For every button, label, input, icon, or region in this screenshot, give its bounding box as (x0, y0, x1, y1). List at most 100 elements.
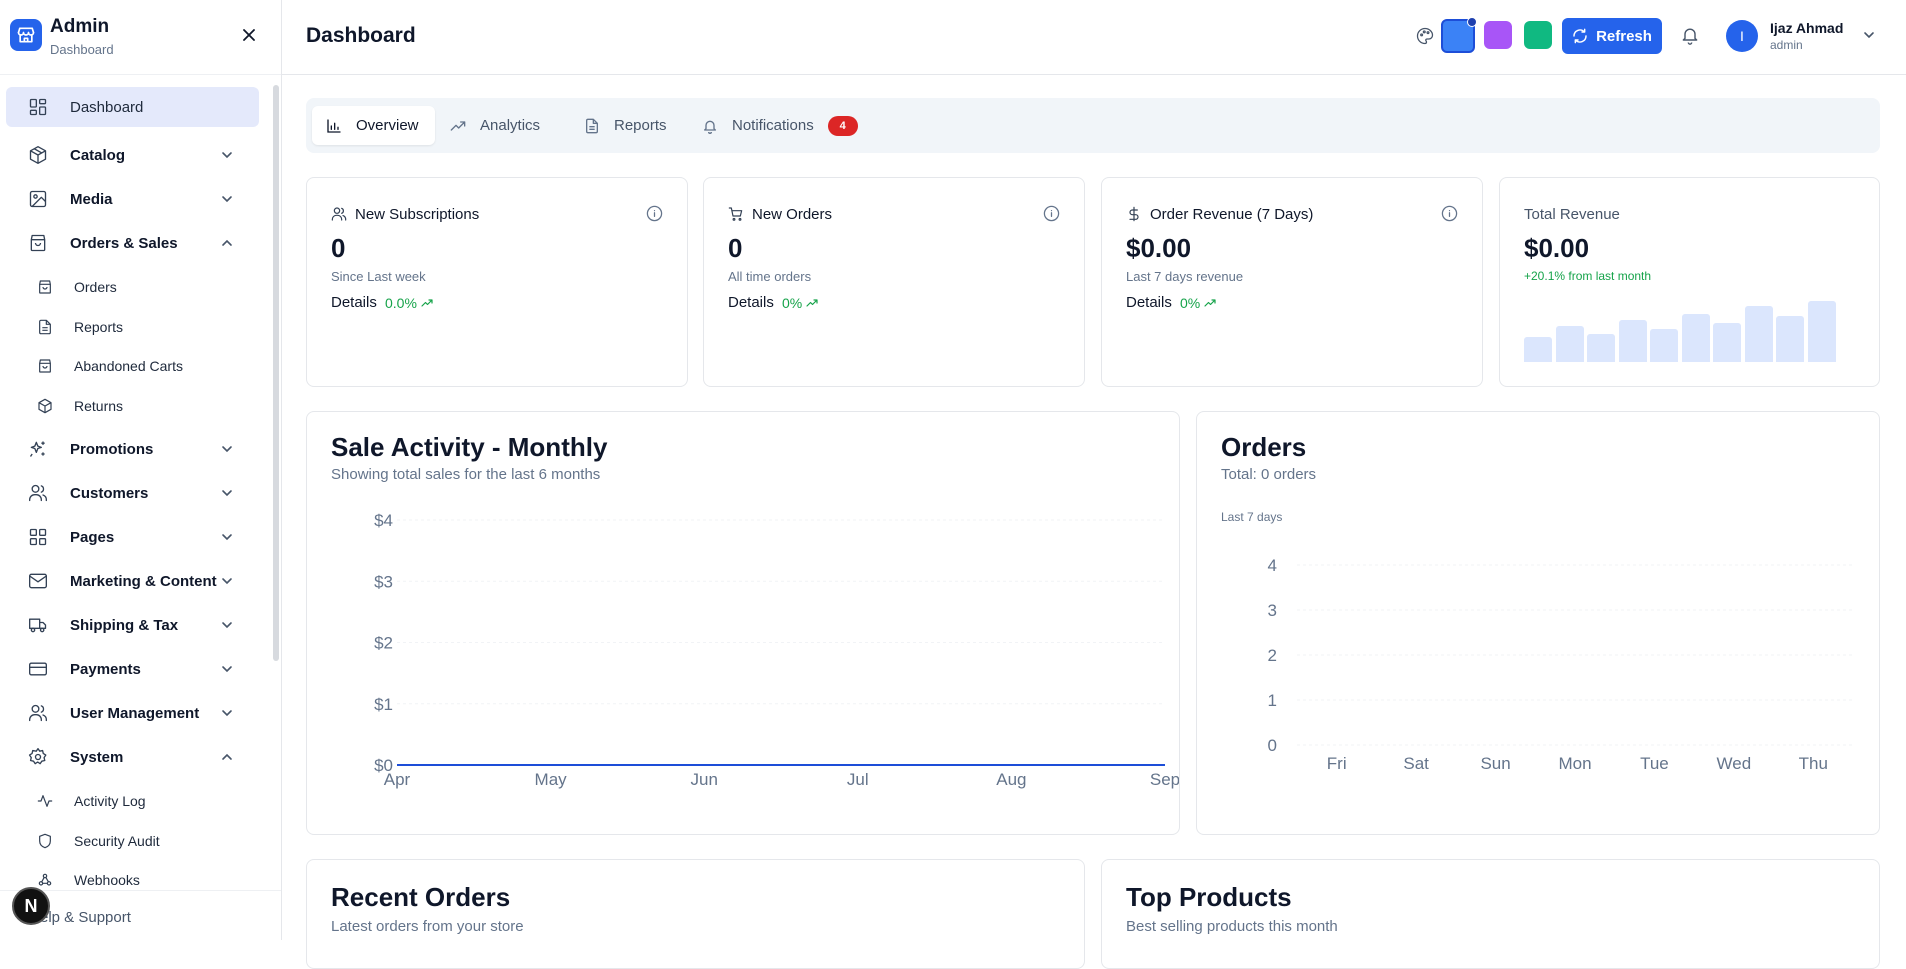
refresh-icon (1573, 28, 1587, 44)
orders-bar-chart: 4 3 2 1 0 Fri Sat Sun Mon Tue Wed Thu (1268, 556, 1853, 773)
chevron-down-icon[interactable] (1862, 28, 1876, 42)
sidebar-subitem-reports[interactable]: Reports (6, 309, 259, 345)
sidebar-item-label: Shipping & Tax (70, 616, 179, 634)
x-tick-label: Apr (384, 770, 411, 789)
sidebar-item-user-management[interactable]: User Management (6, 693, 259, 733)
details-link[interactable]: Details (1126, 294, 1172, 311)
sidebar-item-marketing-content[interactable]: Marketing & Content (6, 561, 259, 601)
revenue-spark-bar (1681, 314, 1710, 362)
sparkles-icon (29, 441, 45, 457)
sidebar-item-label: Dashboard (70, 98, 144, 116)
refresh-button[interactable]: Refresh (1562, 18, 1662, 54)
image-icon (29, 190, 47, 208)
dollar-icon (1129, 206, 1139, 222)
sidebar-item-dashboard[interactable]: Dashboard (6, 87, 259, 127)
info-icon[interactable] (1043, 205, 1060, 222)
users-icon (29, 704, 47, 722)
sidebar-subitem-activity-log[interactable]: Activity Log (6, 783, 259, 819)
user-role: admin (1770, 38, 1803, 52)
sidebar-header: Admin Dashboard (0, 0, 281, 75)
sidebar-item-label: Pages (70, 528, 115, 546)
theme-swatch-purple[interactable] (1484, 21, 1512, 49)
tab-label: Notifications (732, 117, 814, 134)
gear-icon (28, 748, 47, 765)
info-icon[interactable] (646, 205, 663, 222)
stat-change: 0% (782, 295, 818, 311)
sidebar-item-label: Webhooks (74, 872, 140, 888)
trending-up-icon (421, 299, 433, 307)
stat-change-value: 0% (1180, 295, 1201, 311)
y-tick-label: 4 (1268, 556, 1277, 575)
brand-title: Admin (50, 16, 110, 37)
sidebar-subitem-abandoned-carts[interactable]: Abandoned Carts (6, 348, 259, 384)
bell-icon[interactable] (1680, 25, 1700, 45)
close-icon (243, 29, 255, 41)
bar-chart-icon (327, 118, 341, 133)
details-link[interactable]: Details (331, 294, 377, 311)
sidebar-item-catalog[interactable]: Catalog (6, 135, 259, 175)
sidebar-subitem-security-audit[interactable]: Security Audit (6, 823, 259, 859)
sidebar-nav: Dashboard Catalog Media Orders & Sales O… (0, 75, 272, 890)
trending-up-icon (1204, 299, 1216, 307)
sidebar-item-pages[interactable]: Pages (6, 517, 259, 557)
user-name[interactable]: Ijaz Ahmad (1770, 20, 1843, 36)
stat-value: $0.00 (1126, 233, 1192, 263)
x-tick-label: Wed (1717, 754, 1752, 773)
sidebar-item-orders-sales[interactable]: Orders & Sales (6, 223, 259, 263)
details-link[interactable]: Details (728, 294, 774, 311)
chart-title: Orders (1221, 432, 1307, 462)
tab-overview[interactable]: Overview (312, 106, 435, 145)
sidebar-scrollbar[interactable] (272, 75, 280, 890)
avatar[interactable]: I (1726, 20, 1758, 52)
close-sidebar-button[interactable] (238, 24, 260, 46)
sidebar-item-label: Abandoned Carts (74, 358, 183, 374)
tab-analytics[interactable]: Analytics (436, 106, 556, 145)
sidebar-subitem-returns[interactable]: Returns (6, 388, 259, 424)
x-tick-label: Jun (690, 770, 717, 789)
sidebar-subitem-webhooks[interactable]: Webhooks (6, 862, 259, 890)
stat-title: New Orders (752, 206, 833, 223)
mail-icon (29, 573, 47, 589)
sidebar-item-system[interactable]: System (6, 737, 259, 777)
palette-icon[interactable] (1416, 27, 1434, 45)
sidebar-item-promotions[interactable]: Promotions (6, 429, 259, 469)
notification-count-badge: 4 (827, 115, 858, 136)
revenue-spark-bar (1587, 334, 1615, 362)
chevron-down-icon (222, 534, 232, 541)
trending-up-icon (806, 299, 818, 307)
tab-label: Analytics (480, 117, 541, 134)
x-tick-label: Mon (1558, 754, 1591, 773)
x-tick-label: Aug (996, 770, 1026, 789)
trending-up-icon (450, 120, 466, 131)
scrollbar-thumb[interactable] (273, 85, 279, 661)
webhook-icon (38, 873, 52, 886)
sidebar-item-shipping-tax[interactable]: Shipping & Tax (6, 605, 259, 645)
stat-value: 0 (331, 233, 346, 263)
sidebar-item-customers[interactable]: Customers (6, 473, 259, 513)
refresh-label: Refresh (1596, 27, 1652, 45)
sidebar-subitem-orders[interactable]: Orders (6, 269, 259, 305)
file-text-icon (586, 118, 598, 133)
info-icon[interactable] (1441, 205, 1458, 222)
orders-card: Orders Total: 0 orders Last 7 days 4 3 2 1 0… (1196, 411, 1880, 835)
bell-icon (704, 120, 716, 134)
x-tick-label: Tue (1640, 754, 1669, 773)
x-tick-label: Thu (1799, 754, 1828, 773)
theme-swatch-green[interactable] (1524, 21, 1552, 49)
stat-subtitle: All time orders (728, 269, 812, 284)
activity-icon (37, 795, 53, 807)
dashboard-tabs: Overview Analytics Reports Notifications… (306, 98, 1880, 153)
tab-reports[interactable]: Reports (570, 106, 683, 145)
next-dev-button[interactable]: N (12, 887, 50, 925)
tab-notifications[interactable]: Notifications 4 (688, 106, 874, 145)
page-title: Dashboard (306, 24, 416, 47)
sidebar-item-payments[interactable]: Payments (6, 649, 259, 689)
theme-swatch-blue[interactable] (1441, 17, 1477, 53)
revenue-spark-bar (1807, 301, 1836, 362)
sidebar-item-media[interactable]: Media (6, 179, 259, 219)
cart-icon (728, 207, 743, 221)
y-tick-label: 3 (1268, 601, 1277, 620)
top-products-card: Top Products Best selling products this … (1101, 859, 1880, 969)
stat-change: +20.1% from last month (1524, 269, 1652, 283)
x-tick-label: Jul (847, 770, 869, 789)
